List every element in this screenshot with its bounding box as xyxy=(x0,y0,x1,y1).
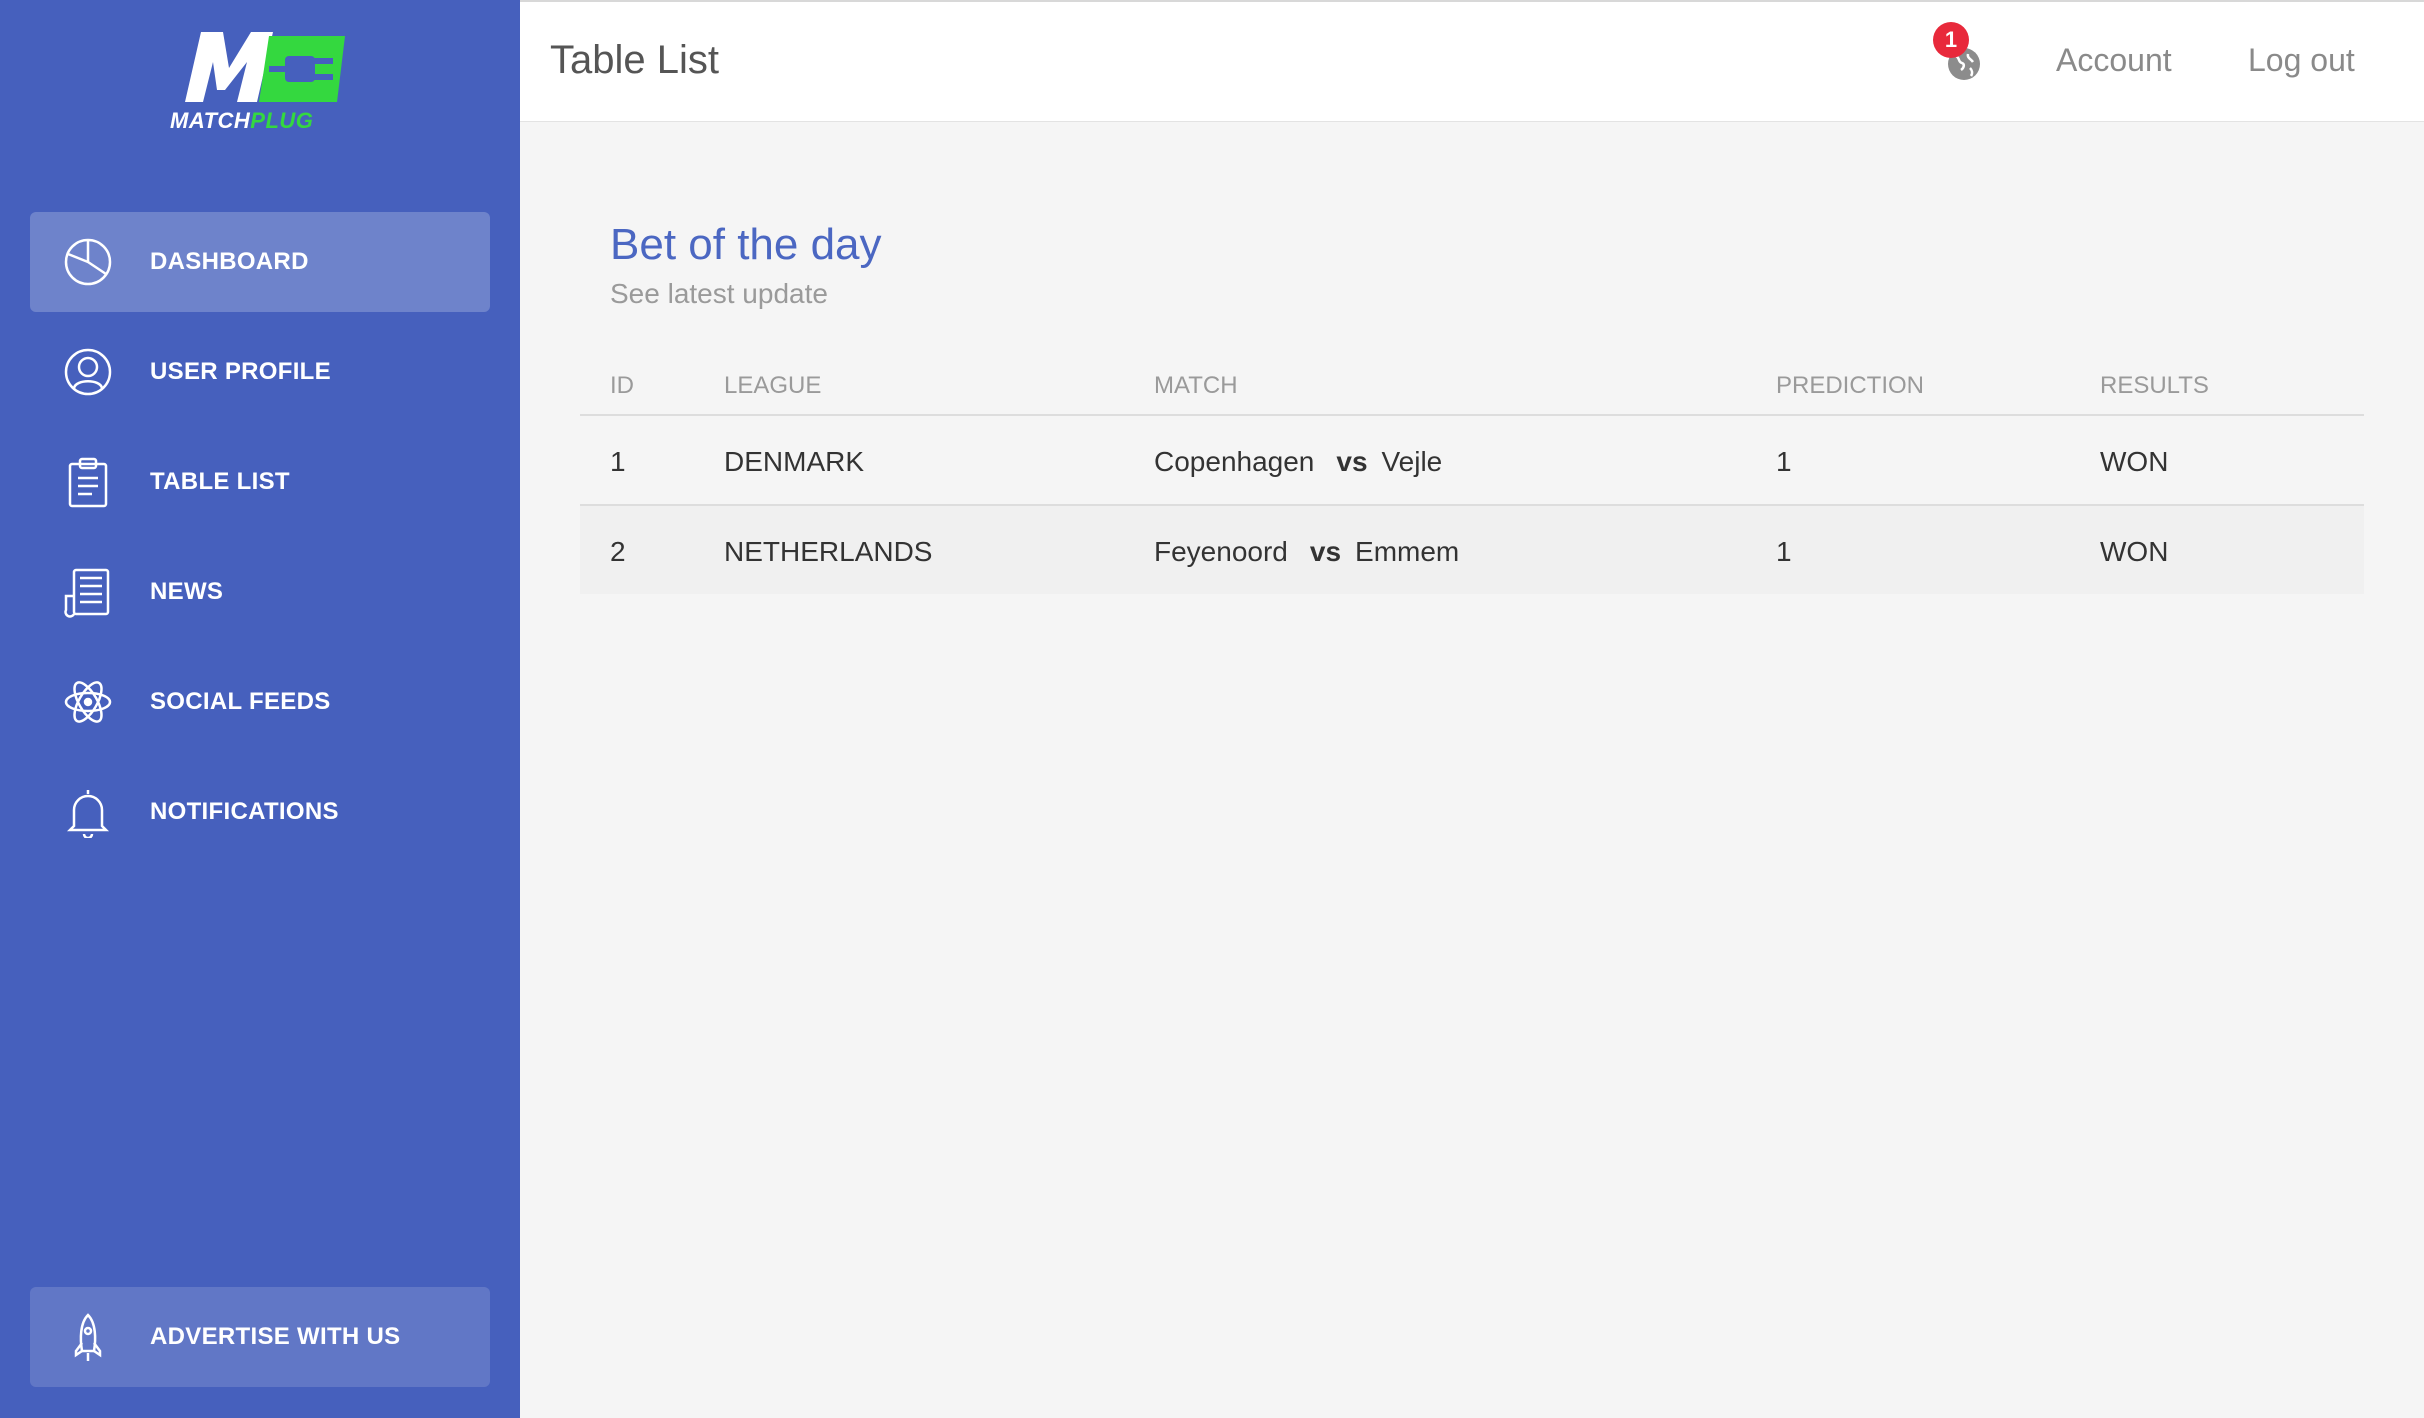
pie-chart-icon xyxy=(60,234,116,290)
page-title: Table List xyxy=(550,38,719,82)
cell-result: WON xyxy=(2100,536,2169,567)
table-row: 2 NETHERLANDS Feyenoord vs Emmem 1 WON xyxy=(580,506,2364,594)
column-header-match: MATCH xyxy=(1154,372,1238,399)
away-team: Vejle xyxy=(1381,446,1443,477)
top-navbar: Table List 1 Account Log out xyxy=(520,0,2424,122)
sidebar-item-label: NOTIFICATIONS xyxy=(150,798,339,825)
column-header-id: ID xyxy=(610,372,634,399)
sidebar-item-label: TABLE LIST xyxy=(150,468,290,495)
sidebar-item-user-profile[interactable]: USER PROFILE xyxy=(30,322,490,422)
sidebar-item-label: DASHBOARD xyxy=(150,248,309,275)
advertise-label: ADVERTISE WITH US xyxy=(150,1323,401,1350)
notification-badge: 1 xyxy=(1933,22,1969,58)
clipboard-icon xyxy=(60,454,116,510)
logo-mark-icon xyxy=(185,32,345,102)
column-header-league: LEAGUE xyxy=(724,372,822,399)
table-row: 1 DENMARK Copenhagen vs Vejle 1 WON xyxy=(580,416,2364,506)
main-content: Bet of the day See latest update ID LEAG… xyxy=(520,122,2424,1418)
logo-wordmark: MATCHPLUG xyxy=(170,108,314,133)
cell-prediction: 1 xyxy=(1776,536,1792,567)
advertise-button[interactable]: ADVERTISE WITH US xyxy=(30,1287,490,1387)
cell-result: WON xyxy=(2100,446,2169,477)
matchplug-logo[interactable]: MATCHPLUG xyxy=(165,28,355,138)
cell-id: 1 xyxy=(610,446,626,477)
rocket-icon xyxy=(60,1309,116,1365)
cell-id: 2 xyxy=(610,536,626,567)
user-icon xyxy=(60,344,116,400)
cell-league: NETHERLANDS xyxy=(724,536,933,567)
column-header-prediction: PREDICTION xyxy=(1776,372,1925,399)
account-link[interactable]: Account xyxy=(2056,42,2172,79)
sidebar-item-label: SOCIAL FEEDS xyxy=(150,688,331,715)
sidebar-item-dashboard[interactable]: DASHBOARD xyxy=(30,212,490,312)
cell-match: Feyenoord vs Emmem xyxy=(1154,536,1459,568)
cell-prediction: 1 xyxy=(1776,446,1792,477)
column-header-results: RESULTS xyxy=(2100,372,2209,399)
card-subtitle: See latest update xyxy=(610,278,828,309)
card-title: Bet of the day xyxy=(610,220,882,269)
logout-link[interactable]: Log out xyxy=(2248,42,2355,79)
away-team: Emmem xyxy=(1355,536,1460,567)
sidebar-item-label: NEWS xyxy=(150,578,224,605)
bell-icon xyxy=(60,784,116,840)
cell-match: Copenhagen vs Vejle xyxy=(1154,446,1442,478)
sidebar: MATCHPLUG DASHBOARD USER PROFILE TABLE L… xyxy=(0,0,520,1418)
home-team: Feyenoord xyxy=(1154,536,1288,567)
bets-table: ID LEAGUE MATCH PREDICTION RESULTS 1 DEN… xyxy=(580,350,2364,594)
vs-label: vs xyxy=(1309,536,1342,567)
atom-icon xyxy=(60,674,116,730)
vs-label: vs xyxy=(1336,446,1368,477)
sidebar-item-news[interactable]: NEWS xyxy=(30,542,490,642)
sidebar-item-label: USER PROFILE xyxy=(150,358,331,385)
sidebar-item-social-feeds[interactable]: SOCIAL FEEDS xyxy=(30,652,490,752)
cell-league: DENMARK xyxy=(724,446,865,477)
home-team: Copenhagen xyxy=(1154,446,1315,477)
sidebar-item-table-list[interactable]: TABLE LIST xyxy=(30,432,490,532)
sidebar-item-notifications[interactable]: NOTIFICATIONS xyxy=(30,762,490,862)
newspaper-icon xyxy=(60,564,116,620)
table-header: ID LEAGUE MATCH PREDICTION RESULTS xyxy=(580,350,2364,416)
